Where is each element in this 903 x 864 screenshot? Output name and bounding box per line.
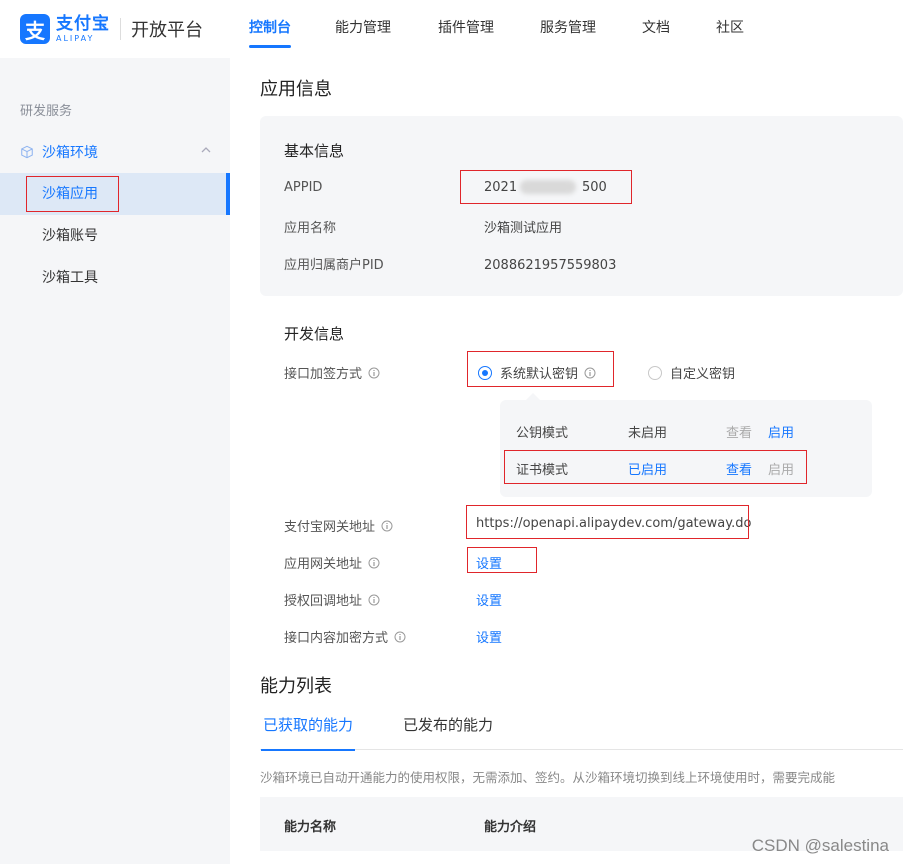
- nav-item-docs[interactable]: 文档: [642, 0, 670, 58]
- radio-label: 自定义密钥: [670, 367, 736, 382]
- tab-acquired-capabilities[interactable]: 已获取的能力: [260, 714, 356, 751]
- app-name-label: 应用名称: [284, 221, 337, 236]
- sidebar-group-label: 研发服务: [20, 104, 73, 119]
- top-navbar: 支 支付宝 ALIPAY 开放平台 控制台 能力管理 插件管理 服务管理 文档 …: [0, 0, 903, 58]
- basic-info-title: 基本信息: [284, 142, 345, 160]
- sidebar: 研发服务 沙箱环境 沙箱应用 沙箱账号 沙箱工具: [0, 58, 230, 864]
- capability-tabs: 已获取的能力 已发布的能力: [260, 708, 903, 751]
- key-mode-status: 未启用: [628, 426, 668, 441]
- radio-indicator: [648, 365, 662, 380]
- app-name-value: 沙箱测试应用: [484, 221, 563, 236]
- platform-name: 开放平台: [131, 20, 203, 41]
- sidebar-item-sandbox-env[interactable]: 沙箱环境: [0, 138, 230, 166]
- sidebar-item-label: 沙箱环境: [42, 145, 98, 161]
- column-header-name: 能力名称: [284, 820, 337, 835]
- brand-name-cn: 支付宝: [56, 13, 110, 34]
- watermark: CSDN @salestina: [751, 836, 889, 855]
- highlight-box: [460, 170, 632, 204]
- main-nav: 控制台 能力管理 插件管理 服务管理 文档 社区: [249, 0, 744, 58]
- appid-label: APPID: [284, 180, 323, 195]
- nav-item-capability-management[interactable]: 能力管理: [335, 0, 391, 58]
- gateway-label: 支付宝网关地址: [284, 516, 393, 535]
- app-gateway-label-text: 应用网关地址: [284, 557, 363, 572]
- main-content: 应用信息 基本信息 APPID 2021 500 应用名称 沙箱测试应用 应用归…: [230, 58, 903, 864]
- radio-custom-key[interactable]: 自定义密钥: [648, 363, 735, 382]
- highlight-box: [467, 351, 614, 387]
- logo-divider: [120, 18, 121, 40]
- encrypt-label-text: 接口内容加密方式: [284, 631, 389, 646]
- highlight-box: [26, 176, 119, 212]
- pid-value: 2088621957559803: [484, 258, 617, 273]
- capability-list-title: 能力列表: [260, 676, 332, 697]
- app-gateway-label: 应用网关地址: [284, 553, 380, 572]
- encrypt-label: 接口内容加密方式: [284, 627, 406, 646]
- gateway-label-text: 支付宝网关地址: [284, 520, 376, 535]
- sidebar-item-sandbox-tools[interactable]: 沙箱工具: [0, 257, 230, 299]
- info-icon[interactable]: [368, 557, 380, 569]
- page-title: 应用信息: [260, 79, 332, 100]
- highlight-box: [467, 547, 537, 573]
- info-icon[interactable]: [368, 594, 380, 606]
- callback-set-link[interactable]: 设置: [476, 590, 502, 609]
- alipay-logo-icon: 支: [20, 14, 50, 44]
- nav-item-console[interactable]: 控制台: [249, 0, 291, 58]
- highlight-box: [466, 505, 749, 539]
- sandbox-notice: 沙箱环境已自动开通能力的使用权限，无需添加、签约。从沙箱环境切换到线上环境使用时…: [260, 770, 836, 785]
- chevron-up-icon[interactable]: [200, 144, 212, 156]
- info-icon[interactable]: [394, 631, 406, 643]
- nav-item-service-management[interactable]: 服务管理: [540, 0, 596, 58]
- info-icon[interactable]: [381, 520, 393, 532]
- alipay-logo[interactable]: 支 支付宝 ALIPAY 开放平台: [20, 14, 203, 44]
- key-mode-enable-link[interactable]: 启用: [768, 422, 794, 441]
- tab-published-capabilities[interactable]: 已发布的能力: [403, 714, 493, 750]
- cube-icon: [21, 145, 33, 159]
- dev-info-title: 开发信息: [284, 325, 345, 343]
- callback-label: 授权回调地址: [284, 590, 380, 609]
- brand-name-en: ALIPAY: [56, 33, 95, 43]
- key-mode-view-link-disabled: 查看: [726, 426, 753, 441]
- encrypt-set-link[interactable]: 设置: [476, 627, 502, 646]
- column-header-description: 能力介绍: [484, 820, 537, 835]
- logo-text: 支付宝 ALIPAY: [56, 13, 110, 43]
- highlight-box: [504, 450, 807, 484]
- sign-method-label: 接口加签方式: [284, 363, 380, 382]
- key-mode-name: 公钥模式: [516, 426, 569, 441]
- nav-item-plugin-management[interactable]: 插件管理: [438, 0, 494, 58]
- nav-item-community[interactable]: 社区: [716, 0, 744, 58]
- info-icon[interactable]: [368, 367, 380, 379]
- sign-method-text: 接口加签方式: [284, 367, 363, 382]
- sidebar-item-sandbox-account[interactable]: 沙箱账号: [0, 215, 230, 257]
- pid-label: 应用归属商户PID: [284, 258, 384, 273]
- callback-label-text: 授权回调地址: [284, 594, 363, 609]
